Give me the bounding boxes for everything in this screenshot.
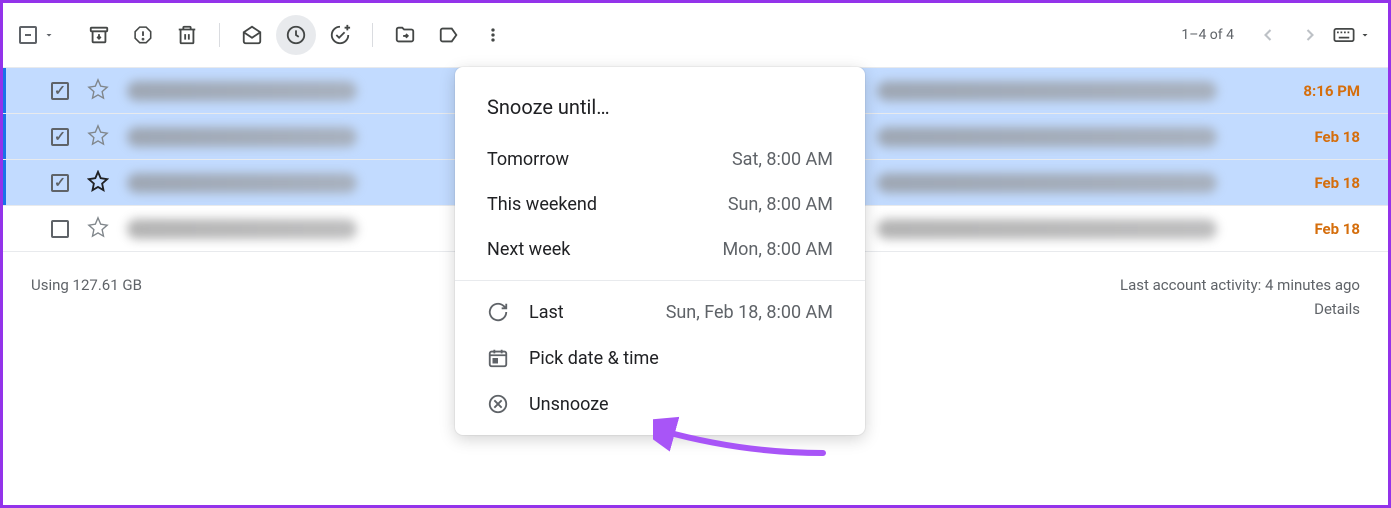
snooze-last-used[interactable]: Last Sun, Feb 18, 8:00 AM	[455, 289, 865, 335]
storage-text: Using 127.61 GB	[31, 276, 142, 318]
snooze-option-time: Mon, 8:00 AM	[722, 239, 833, 260]
snooze-option-label: Next week	[487, 239, 570, 260]
snooze-menu: Snooze until… Tomorrow Sat, 8:00 AM This…	[455, 67, 865, 435]
mail-open-icon	[241, 24, 263, 46]
snooze-option-weekend[interactable]: This weekend Sun, 8:00 AM	[455, 182, 865, 227]
calendar-icon	[487, 347, 509, 369]
menu-divider	[455, 280, 865, 281]
sender-redacted	[127, 127, 357, 147]
snooze-option-nextweek[interactable]: Next week Mon, 8:00 AM	[455, 227, 865, 272]
more-vert-icon	[483, 25, 503, 45]
pick-datetime-label: Pick date & time	[529, 348, 659, 369]
report-spam-icon	[132, 24, 154, 46]
star-button[interactable]	[87, 216, 109, 242]
more-button[interactable]	[473, 15, 513, 55]
prev-page-button[interactable]	[1248, 15, 1288, 55]
subject-redacted	[877, 127, 1217, 147]
next-page-button[interactable]	[1290, 15, 1330, 55]
subject-redacted	[877, 219, 1217, 239]
caret-down-icon	[1359, 29, 1371, 41]
trash-icon	[176, 24, 198, 46]
row-checkbox[interactable]	[51, 220, 69, 238]
toolbar: 1–4 of 4	[3, 3, 1388, 67]
star-icon	[87, 216, 109, 238]
labels-button[interactable]	[429, 15, 469, 55]
email-time: 8:16 PM	[1303, 82, 1372, 100]
add-task-icon	[329, 24, 351, 46]
snooze-option-time: Sun, 8:00 AM	[728, 194, 833, 215]
snooze-last-time: Sun, Feb 18, 8:00 AM	[666, 302, 833, 323]
email-time: Feb 18	[1314, 174, 1372, 192]
toolbar-divider	[219, 23, 220, 47]
sender-redacted	[127, 81, 357, 101]
sender-redacted	[127, 173, 357, 193]
snooze-last-label: Last	[529, 302, 564, 323]
folder-move-icon	[394, 24, 416, 46]
refresh-icon	[487, 301, 509, 323]
snooze-option-label: This weekend	[487, 194, 597, 215]
snooze-menu-title: Snooze until…	[455, 83, 865, 137]
cancel-circle-icon	[487, 393, 509, 415]
chevron-left-icon	[1258, 25, 1278, 45]
row-checkbox[interactable]	[51, 82, 69, 100]
keyboard-icon	[1333, 28, 1355, 42]
input-tools-button[interactable]	[1332, 15, 1372, 55]
archive-button[interactable]	[79, 15, 119, 55]
add-task-button[interactable]	[320, 15, 360, 55]
chevron-right-icon	[1300, 25, 1320, 45]
snooze-option-tomorrow[interactable]: Tomorrow Sat, 8:00 AM	[455, 137, 865, 182]
row-checkbox[interactable]	[51, 128, 69, 146]
delete-button[interactable]	[167, 15, 207, 55]
subject-redacted	[877, 173, 1217, 193]
report-spam-button[interactable]	[123, 15, 163, 55]
snooze-button[interactable]	[276, 15, 316, 55]
email-time: Feb 18	[1314, 220, 1372, 238]
snooze-option-label: Tomorrow	[487, 149, 569, 170]
pagination-text: 1–4 of 4	[1181, 27, 1234, 43]
snooze-pick-datetime[interactable]: Pick date & time	[455, 335, 865, 381]
star-icon	[87, 170, 109, 192]
sender-redacted	[127, 219, 357, 239]
account-activity-text: Last account activity: 4 minutes ago	[1120, 276, 1360, 294]
star-icon	[87, 124, 109, 146]
details-link[interactable]: Details	[1120, 300, 1360, 318]
star-icon	[87, 78, 109, 100]
toolbar-divider	[372, 23, 373, 47]
snooze-option-time: Sat, 8:00 AM	[732, 149, 833, 170]
snooze-unsnooze[interactable]: Unsnooze	[455, 381, 865, 427]
email-time: Feb 18	[1314, 128, 1372, 146]
star-button[interactable]	[87, 124, 109, 150]
mark-unread-button[interactable]	[232, 15, 272, 55]
label-icon	[438, 24, 460, 46]
row-checkbox[interactable]	[51, 174, 69, 192]
pagination: 1–4 of 4	[1181, 15, 1372, 55]
subject-redacted	[877, 81, 1217, 101]
clock-icon	[285, 24, 307, 46]
caret-down-icon	[43, 29, 55, 41]
select-all-checkbox[interactable]	[19, 26, 55, 44]
star-button[interactable]	[87, 78, 109, 104]
archive-icon	[88, 24, 110, 46]
move-to-button[interactable]	[385, 15, 425, 55]
unsnooze-label: Unsnooze	[529, 394, 609, 415]
star-button[interactable]	[87, 170, 109, 196]
